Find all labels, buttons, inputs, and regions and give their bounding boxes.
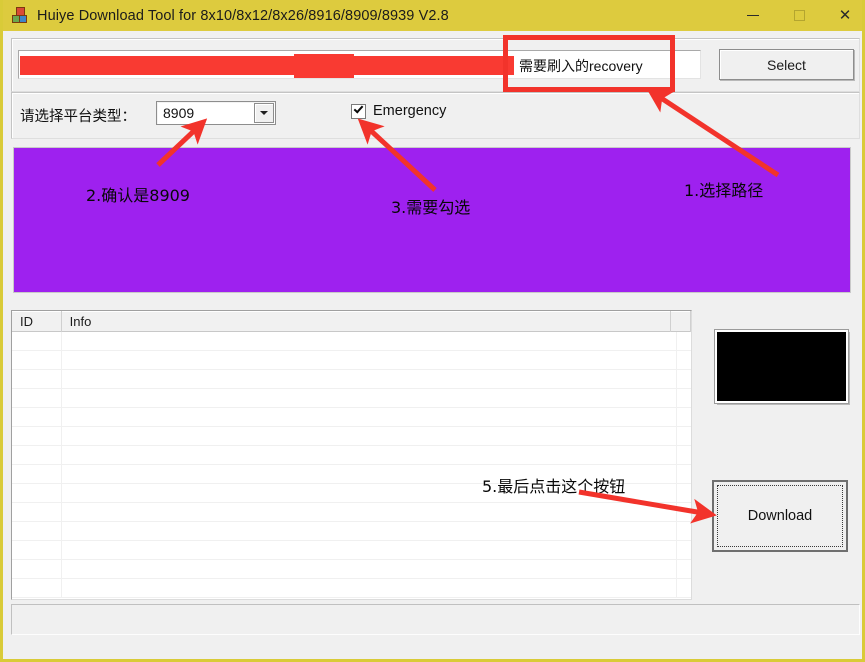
window-controls: ✕ — [730, 0, 865, 31]
column-header-info[interactable]: Info — [62, 311, 671, 332]
platform-select-value: 8909 — [163, 105, 194, 121]
checkbox-box[interactable] — [351, 104, 366, 119]
path-group: 需要刷入的recovery Select — [11, 38, 860, 92]
app-blocks-icon — [12, 7, 29, 24]
column-header-filler — [671, 311, 691, 332]
check-icon — [354, 103, 364, 113]
close-icon[interactable]: ✕ — [822, 0, 865, 31]
chevron-down-icon[interactable] — [254, 103, 274, 123]
download-button[interactable]: Download — [712, 480, 848, 552]
platform-select[interactable]: 8909 — [156, 101, 276, 125]
annotation-step3: 3.需要勾选 — [391, 194, 470, 218]
table-row[interactable] — [12, 503, 691, 522]
table-row[interactable] — [12, 560, 691, 579]
platform-label: 请选择平台类型： — [20, 105, 136, 126]
column-header-id[interactable]: ID — [12, 311, 62, 332]
table-row[interactable] — [12, 389, 691, 408]
maximize-button[interactable] — [776, 0, 822, 31]
emergency-checkbox[interactable]: Emergency — [351, 103, 446, 119]
table-row[interactable] — [12, 522, 691, 541]
platform-group: 请选择平台类型： 8909 Emergency — [11, 92, 860, 139]
preview-panel — [715, 330, 848, 403]
annotation-step5: 5.最后点击这个按钮 — [482, 473, 625, 497]
log-listview[interactable]: ID Info — [11, 310, 692, 600]
annotation-highlight-box — [503, 35, 675, 92]
emergency-label: Emergency — [373, 103, 446, 119]
listview-header: ID Info — [12, 311, 691, 332]
table-row[interactable] — [12, 541, 691, 560]
select-button[interactable]: Select — [719, 49, 854, 80]
table-row[interactable] — [12, 351, 691, 370]
purple-overlay-panel — [13, 147, 851, 293]
focus-ring — [717, 485, 843, 547]
window-title: Huiye Download Tool for 8x10/8x12/8x26/8… — [37, 8, 449, 24]
table-row[interactable] — [12, 332, 691, 351]
table-row[interactable] — [12, 579, 691, 598]
redaction-bar — [20, 56, 514, 75]
status-bar — [11, 604, 860, 635]
table-row[interactable] — [12, 370, 691, 389]
redaction-bar-secondary — [294, 54, 354, 78]
title-bar[interactable]: Huiye Download Tool for 8x10/8x12/8x26/8… — [3, 0, 865, 31]
table-row[interactable] — [12, 446, 691, 465]
table-row[interactable] — [12, 427, 691, 446]
app-window: Huiye Download Tool for 8x10/8x12/8x26/8… — [0, 0, 865, 662]
table-row[interactable] — [12, 408, 691, 427]
annotation-step1: 1.选择路径 — [684, 177, 763, 201]
annotation-step2: 2.确认是8909 — [86, 182, 190, 206]
minimize-button[interactable] — [730, 0, 776, 31]
